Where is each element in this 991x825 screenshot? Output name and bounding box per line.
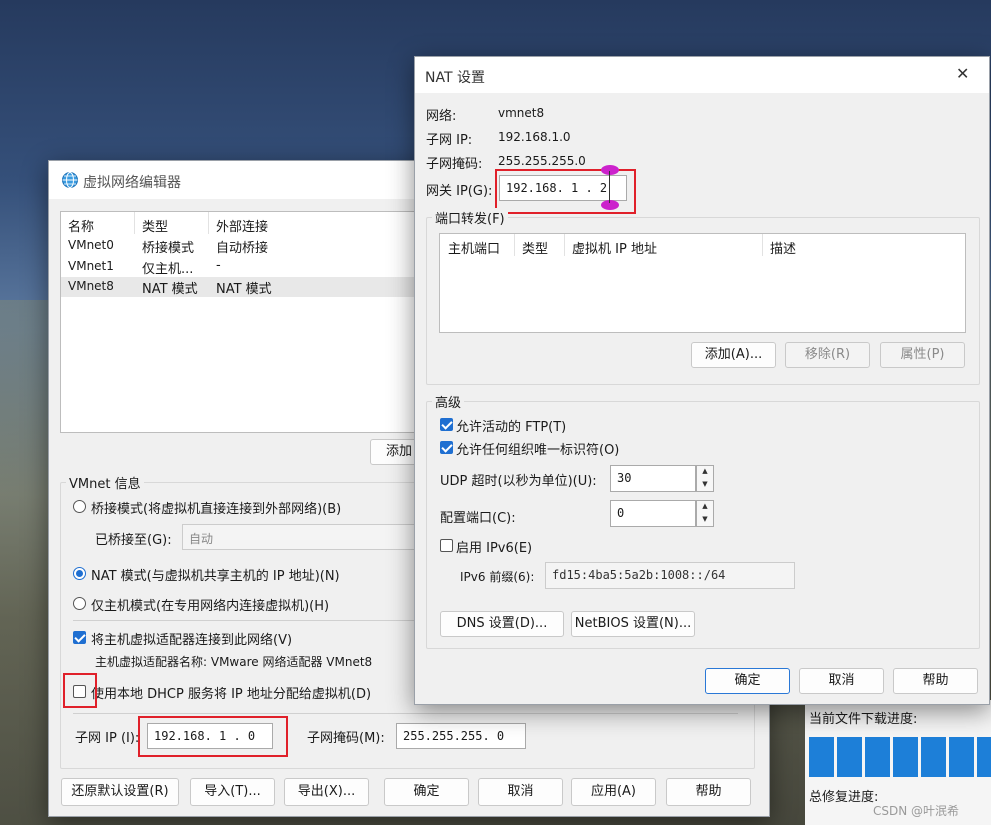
config-port-field[interactable]: 0 bbox=[610, 500, 696, 527]
row-name: VMnet1 bbox=[68, 259, 114, 273]
restore-defaults-button[interactable]: 还原默认设置(R) bbox=[61, 778, 179, 806]
hostonly-label[interactable]: 仅主机模式(在专用网络内连接虚拟机)(H) bbox=[91, 595, 329, 614]
nat-mask-value: 255.255.255.0 bbox=[498, 154, 586, 168]
allow-oui-label[interactable]: 允许任何组织唯一标识符(O) bbox=[456, 439, 619, 458]
enable-ipv6-checkbox[interactable] bbox=[440, 539, 453, 552]
nat-help-button[interactable]: 帮助 bbox=[893, 668, 978, 694]
udp-timeout-label: UDP 超时(以秒为单位)(U): bbox=[440, 474, 597, 489]
mask-field[interactable]: 255.255.255. 0 bbox=[396, 723, 526, 749]
bridged-to-label: 已桥接至(G): bbox=[95, 533, 172, 548]
pf-col-desc[interactable]: 描述 bbox=[770, 238, 796, 257]
export-button[interactable]: 导出(X)... bbox=[284, 778, 369, 806]
globe-icon bbox=[62, 172, 78, 188]
pf-remove-button[interactable]: 移除(R) bbox=[785, 342, 870, 368]
cursor-marker-top bbox=[601, 165, 619, 175]
progress-segment bbox=[977, 737, 991, 777]
cursor-marker-bottom bbox=[601, 200, 619, 210]
bridge-radio[interactable] bbox=[73, 500, 86, 513]
adapter-name-label: 主机虚拟适配器名称: VMware 网络适配器 VMnet8 bbox=[95, 655, 373, 669]
cancel-button[interactable]: 取消 bbox=[478, 778, 563, 806]
dhcp-highlight bbox=[63, 673, 97, 708]
col-type[interactable]: 类型 bbox=[142, 216, 168, 235]
ipv6-prefix-field[interactable]: fd15:4ba5:5a2b:1008::/64 bbox=[545, 562, 795, 589]
row-external: 自动桥接 bbox=[216, 241, 269, 256]
table-row[interactable]: VMnet8 NAT 模式 NAT 模式 bbox=[61, 277, 421, 297]
network-list[interactable]: 名称 类型 外部连接 VMnet0 桥接模式 自动桥接 VMnet1 仅主机..… bbox=[60, 211, 422, 433]
dhcp-label[interactable]: 使用本地 DHCP 服务将 IP 地址分配给虚拟机(D) bbox=[91, 683, 371, 702]
row-name: VMnet0 bbox=[68, 238, 114, 252]
cursor-marker-line bbox=[609, 171, 610, 203]
config-port-label: 配置端口(C): bbox=[440, 511, 516, 526]
watermark: CSDN @叶泯希 bbox=[873, 804, 960, 818]
allow-oui-checkbox[interactable] bbox=[440, 441, 453, 454]
nat-subnet-label: 子网 IP: bbox=[426, 133, 473, 148]
network-value: vmnet8 bbox=[498, 106, 545, 120]
table-row[interactable]: VMnet0 桥接模式 自动桥接 bbox=[61, 236, 421, 256]
pf-col-host-port[interactable]: 主机端口 bbox=[448, 238, 500, 257]
nat-settings-window: NAT 设置 ✕ 网络: vmnet8 子网 IP: 192.168.1.0 子… bbox=[414, 56, 990, 705]
subnet-ip-highlight bbox=[138, 716, 288, 757]
ok-button[interactable]: 确定 bbox=[384, 778, 469, 806]
vne-title: 虚拟网络编辑器 bbox=[83, 175, 181, 191]
bridged-to-select[interactable]: 自动 bbox=[182, 524, 432, 550]
table-row[interactable]: VMnet1 仅主机... - bbox=[61, 257, 421, 277]
vmnet-info-legend: VMnet 信息 bbox=[66, 473, 144, 492]
nat-label[interactable]: NAT 模式(与虚拟机共享主机的 IP 地址)(N) bbox=[91, 565, 340, 584]
repair-progress-label: 总修复进度: bbox=[809, 790, 879, 805]
advanced-legend: 高级 bbox=[432, 392, 465, 411]
download-progress-label: 当前文件下载进度: bbox=[809, 712, 918, 727]
pf-col-type[interactable]: 类型 bbox=[522, 238, 548, 257]
row-external: NAT 模式 bbox=[216, 282, 272, 297]
network-label: 网络: bbox=[426, 109, 457, 124]
progress-segment bbox=[865, 737, 890, 777]
progress-segment bbox=[809, 737, 834, 777]
allow-ftp-checkbox[interactable] bbox=[440, 418, 453, 431]
row-external: - bbox=[216, 258, 221, 273]
col-name[interactable]: 名称 bbox=[68, 216, 94, 235]
nat-cancel-button[interactable]: 取消 bbox=[799, 668, 884, 694]
config-port-stepper[interactable]: ▲ ▼ bbox=[696, 500, 714, 527]
subnet-ip-label: 子网 IP (I): bbox=[75, 731, 140, 746]
import-button[interactable]: 导入(T)... bbox=[190, 778, 275, 806]
udp-timeout-stepper[interactable]: ▲ ▼ bbox=[696, 465, 714, 492]
netbios-settings-button[interactable]: NetBIOS 设置(N)... bbox=[571, 611, 695, 637]
connect-adapter-label[interactable]: 将主机虚拟适配器连接到此网络(V) bbox=[91, 629, 292, 648]
nat-radio[interactable] bbox=[73, 567, 86, 580]
udp-timeout-field[interactable]: 30 bbox=[610, 465, 696, 492]
progress-segment bbox=[949, 737, 974, 777]
nat-titlebar: NAT 设置 ✕ bbox=[415, 57, 989, 93]
port-forward-legend: 端口转发(F) bbox=[432, 208, 508, 227]
divider bbox=[73, 713, 738, 714]
close-icon[interactable]: ✕ bbox=[956, 64, 969, 83]
ipv6-prefix-label: IPv6 前缀(6): bbox=[460, 570, 535, 584]
port-forward-list[interactable]: 主机端口 类型 虚拟机 IP 地址 描述 bbox=[439, 233, 966, 333]
connect-adapter-checkbox[interactable] bbox=[73, 631, 86, 644]
progress-segment bbox=[837, 737, 862, 777]
row-name: VMnet8 bbox=[68, 279, 114, 293]
nat-mask-label: 子网掩码: bbox=[426, 157, 483, 172]
dns-settings-button[interactable]: DNS 设置(D)... bbox=[440, 611, 564, 637]
progress-segment bbox=[893, 737, 918, 777]
bridge-label[interactable]: 桥接模式(将虚拟机直接连接到外部网络)(B) bbox=[91, 498, 341, 517]
allow-ftp-label[interactable]: 允许活动的 FTP(T) bbox=[456, 416, 566, 435]
nat-title: NAT 设置 bbox=[425, 70, 485, 86]
nat-subnet-value: 192.168.1.0 bbox=[498, 130, 571, 144]
mask-label: 子网掩码(M): bbox=[307, 731, 385, 746]
help-button[interactable]: 帮助 bbox=[666, 778, 751, 806]
row-type: NAT 模式 bbox=[142, 282, 198, 297]
pf-col-vm-ip[interactable]: 虚拟机 IP 地址 bbox=[572, 238, 657, 257]
row-type: 仅主机... bbox=[142, 262, 194, 277]
pf-add-button[interactable]: 添加(A)... bbox=[691, 342, 776, 368]
hostonly-radio[interactable] bbox=[73, 597, 86, 610]
row-type: 桥接模式 bbox=[142, 241, 195, 256]
nat-ok-button[interactable]: 确定 bbox=[705, 668, 790, 694]
col-external[interactable]: 外部连接 bbox=[216, 216, 268, 235]
pf-properties-button[interactable]: 属性(P) bbox=[880, 342, 965, 368]
apply-button[interactable]: 应用(A) bbox=[571, 778, 656, 806]
gateway-label: 网关 IP(G): bbox=[426, 184, 493, 199]
progress-segment bbox=[921, 737, 946, 777]
enable-ipv6-label[interactable]: 启用 IPv6(E) bbox=[456, 537, 532, 556]
